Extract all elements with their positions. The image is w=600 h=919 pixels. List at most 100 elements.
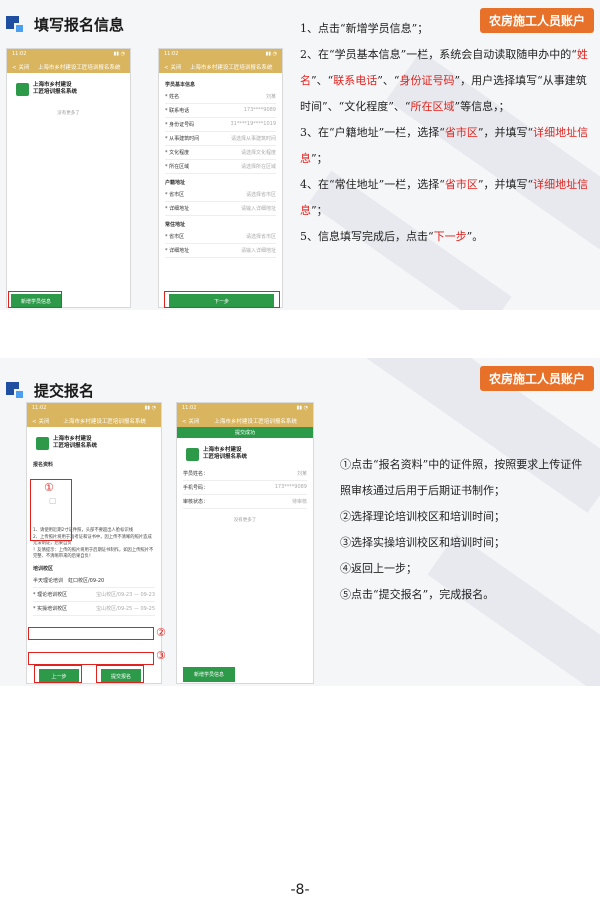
slide-submit-registration: 提交报名 农房施工人员账户 11:02 ▮▮ ◔ < 关闭 上海市乡村建设工匠培训报… [0,358,600,686]
form-row[interactable]: * 所在区域 请选择所在区域 [165,160,276,174]
app-name-line2: 工匠培训报名系统 [33,89,78,96]
step-text: 2、在“学员基本信息”一栏，系统会自动读取随申办中的“ [300,48,577,61]
group-residence-address: 常住地址 [165,222,186,228]
highlight-text: 身份证号码 [399,74,455,87]
field-label: * 详细地址 [165,248,190,254]
app-logo-icon [186,447,199,461]
form-row[interactable]: * 省市区 请选择省市区 [165,188,276,202]
step-text: 1、点击“新增学员信息”； [300,22,429,35]
field-value: 173****9089 [274,484,307,491]
status-bar: 11:02 ▮▮ ◔ [177,403,313,414]
field-value: 31****19****1019 [230,121,276,127]
app-card: 上海市乡村建设 工匠培训报名系统 [13,76,124,102]
form-row[interactable]: * 身份证号码 31****19****1019 [165,118,276,132]
field-value: 请选择省市区 [245,192,276,198]
practical-campus-value: 宝山校区/09-25 — 09-25 [96,606,155,613]
phone-screenshot-form: 11:02 ▮▮ ◔ < 关闭 上海市乡村建设工匠培训报名系统 学员基本信息 * 姓… [158,48,283,308]
highlight-box [164,291,280,308]
close-link[interactable]: < 关闭 [32,417,49,425]
submit-success-tag: 提交成功 [177,427,313,438]
phone-body: 上海市乡村建设 工匠培训报名系统 学员姓名： 刘某 手机号码： 173****9089 审… [177,438,313,534]
info-row[interactable]: 学员姓名： 刘某 [183,467,307,482]
form-row[interactable]: * 联系电话 173****9089 [165,104,276,118]
app-logo-icon [16,82,29,96]
field-label: * 所在区域 [165,164,190,170]
app-name-line2: 工匠培训报名系统 [203,454,248,461]
form-row[interactable]: * 姓名 刘某 [165,90,276,104]
close-link[interactable]: < 关闭 [164,63,181,71]
form-body: 学员基本信息 * 姓名 刘某 * 联系电话 173****9089 * 身份证号码 31*… [159,73,282,261]
close-link[interactable]: < 关闭 [182,417,199,425]
status-time: 11:02 [32,405,47,411]
nav-bar: < 关闭 上海市乡村建设工匠培训报名系统 [159,60,282,73]
highlight-box [34,665,82,683]
app-name-line2: 工匠培训报名系统 [53,443,98,450]
highlight-box [8,291,62,308]
signal-icon: ▮▮ ◔ [265,51,277,57]
status-time: 11:02 [12,51,27,57]
step-text: 3、在“户籍地址”一栏，选择“ [300,126,445,139]
info-row[interactable]: 审核状态： 待审核 [183,495,307,510]
form-row[interactable]: * 文化程度 请选择文化程度 [165,146,276,160]
campus-text: 半天理论培训 虹口校区/09-20 [33,578,105,585]
step-item: ⑤点击“提交报名”，完成报名。 [340,588,495,601]
app-name: 上海市乡村建设 工匠培训报名系统 [203,447,247,461]
phone-screenshot-list: 11:02 ▮▮ ◔ < 关闭 上海市乡村建设工匠培训报名系统 上海市乡村建设 工匠培… [6,48,131,308]
field-value: 请选择从事建筑时间 [230,136,276,142]
field-label: * 从事建筑时间 [165,136,200,142]
nav-title: 上海市乡村建设工匠培训报名系统 [214,418,297,425]
practical-campus-select[interactable]: * 实操培训校区 宝山校区/09-25 — 09-25 [33,602,155,617]
field-value: 请选择省市区 [245,234,276,240]
slide-fill-registration: 填写报名信息 农房施工人员账户 11:02 ▮▮ ◔ < 关闭 上海市乡村建设工匠培… [0,0,600,310]
form-row[interactable]: * 从事建筑时间 请选择从事建筑时间 [165,132,276,146]
theory-campus-select[interactable]: * 理论培训校区 宝山校区/09-23 — 09-23 [33,588,155,603]
section-title: 提交报名 [34,382,95,400]
field-label: * 省市区 [165,234,185,240]
add-student-button[interactable]: 新增学员信息 [183,667,235,682]
step-item: 3、在“户籍地址”一栏，选择“省市区”，并填写“详细地址信息”； [300,120,594,172]
highlight-text: 所在区域 [410,100,455,113]
field-label: * 文化程度 [165,150,190,156]
field-label: 学员姓名： [183,471,209,478]
close-link[interactable]: < 关闭 [12,63,29,71]
group-campus: 培训校区 [33,566,54,573]
highlight-text: 联系电话 [333,74,378,87]
field-label: * 省市区 [165,192,185,198]
nav-title: 上海市乡村建设工匠培训报名系统 [37,64,121,71]
nav-bar: < 关闭 上海市乡村建设工匠培训报名系统 [27,414,161,427]
form-row[interactable]: * 省市区 请选择省市区 [165,230,276,244]
phone-screenshot-materials: 11:02 ▮▮ ◔ < 关闭 上海市乡村建设工匠培训报名系统 上海市乡村建设 工匠培… [26,402,162,684]
step-item: 1、点击“新增学员信息”； [300,16,594,42]
form-row[interactable]: * 详细地址 请输入详细地址 [165,244,276,258]
field-label: * 详细地址 [165,206,190,212]
step-text: ”、“ [377,74,400,87]
highlight-text: 下一步 [433,230,467,243]
empty-hint: 没有更多了 [233,518,257,524]
highlight-text: 省市区 [444,126,478,139]
form-row[interactable]: * 详细地址 请输入详细地址 [165,202,276,216]
step-item: 2、在“学员基本信息”一栏，系统会自动读取随申办中的“姓名”、“联系电话”、“身… [300,42,594,120]
section-logo-icon [6,381,26,400]
field-label: * 身份证号码 [165,122,195,128]
highlight-box [96,665,144,683]
group-household-address: 户籍地址 [165,180,186,186]
info-row[interactable]: 手机号码： 173****9089 [183,481,307,496]
account-badge: 农房施工人员账户 [479,366,594,391]
nav-bar: < 关闭 上海市乡村建设工匠培训报名系统 [7,60,130,73]
step-text: ”，并填写“ [477,126,534,139]
field-label: 审核状态： [183,499,209,506]
highlight-box [28,652,154,665]
practical-campus-label: * 实操培训校区 [33,606,68,613]
field-value: 请选择文化程度 [240,150,276,156]
field-label: * 姓名 [165,94,180,100]
section-logo-icon [6,15,26,34]
photo-note: ！友情提示：上传的照片将用于后期证书制作，如因上传照片不完整、不清晰带来的后果自… [33,547,154,560]
app-card: 上海市乡村建设 工匠培训报名系统 [183,441,307,467]
field-label: * 联系电话 [165,108,190,114]
field-value: 请输入详细地址 [240,248,276,254]
empty-hint: 没有更多了 [57,111,80,117]
step-item: ①点击“报名资料”中的证件照，按照要求上传证件照审核通过后用于后期证书制作； [340,458,583,497]
phone-screenshot-success: 11:02 ▮▮ ◔ < 关闭 上海市乡村建设工匠培训报名系统 提交成功 上海市乡村… [176,402,314,684]
section-header: 填写报名信息 [6,14,124,35]
step-item: ②选择理论培训校区和培训时间； [340,510,505,523]
